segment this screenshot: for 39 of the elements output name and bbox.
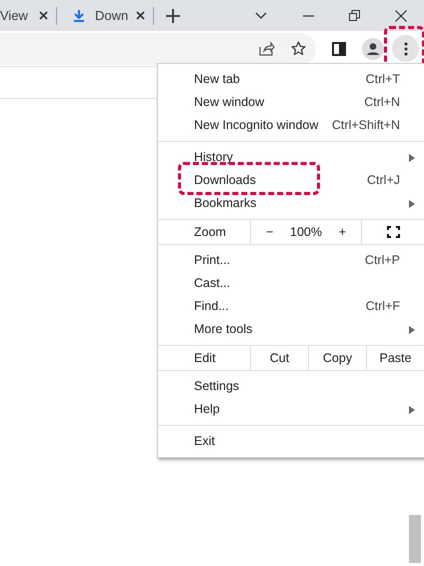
menu-item[interactable]: Print... Ctrl+P <box>158 249 424 272</box>
zoom-label: Zoom <box>193 224 227 241</box>
close-icon <box>136 11 145 20</box>
new-tab-icon[interactable] <box>166 8 180 22</box>
fullscreen-icon <box>386 226 400 238</box>
zoom-in-button[interactable]: + <box>324 222 362 242</box>
edit-action-button[interactable]: Paste <box>366 346 424 370</box>
menu-item[interactable]: Bookmarks <box>158 192 424 215</box>
menu-item[interactable]: Exit <box>158 430 424 453</box>
menu-item[interactable]: New window Ctrl+N <box>158 91 424 114</box>
download-icon <box>73 8 85 22</box>
menu-button[interactable] <box>392 35 419 62</box>
scrollbar-thumb[interactable] <box>409 515 421 563</box>
edit-action-button[interactable]: Cut <box>250 346 308 370</box>
close-icon[interactable] <box>395 10 407 22</box>
menu-item[interactable]: Downloads Ctrl+J <box>158 169 424 192</box>
restore-icon[interactable] <box>349 10 360 21</box>
menu-item[interactable]: Help <box>158 398 424 421</box>
side-panel-icon[interactable] <box>332 42 346 56</box>
zoom-level: 100% <box>289 224 323 241</box>
star-icon[interactable] <box>291 41 306 56</box>
menu-item[interactable]: Cast... <box>158 272 424 295</box>
profile-icon[interactable] <box>362 38 384 60</box>
menu-item[interactable]: New Incognito window Ctrl+Shift+N <box>158 114 424 137</box>
menu-item[interactable]: More tools <box>158 318 424 341</box>
edit-action-button[interactable]: Copy <box>308 346 366 370</box>
minimize-icon[interactable] <box>303 14 314 16</box>
menu-item[interactable]: New tab Ctrl+T <box>158 68 424 91</box>
browser-tab[interactable]: View <box>0 0 56 31</box>
browser-tab[interactable]: Down <box>57 0 153 31</box>
menu-item[interactable]: History <box>158 146 424 169</box>
share-icon[interactable] <box>259 41 275 56</box>
edit-label: Edit <box>193 350 217 367</box>
menu-item[interactable]: Find... Ctrl+F <box>158 295 424 318</box>
more-options-icon <box>404 42 408 56</box>
close-icon <box>39 11 48 20</box>
zoom-out-button[interactable]: − <box>251 222 288 242</box>
menu-item[interactable]: Settings <box>158 375 424 398</box>
tab-search-icon[interactable] <box>255 12 267 19</box>
